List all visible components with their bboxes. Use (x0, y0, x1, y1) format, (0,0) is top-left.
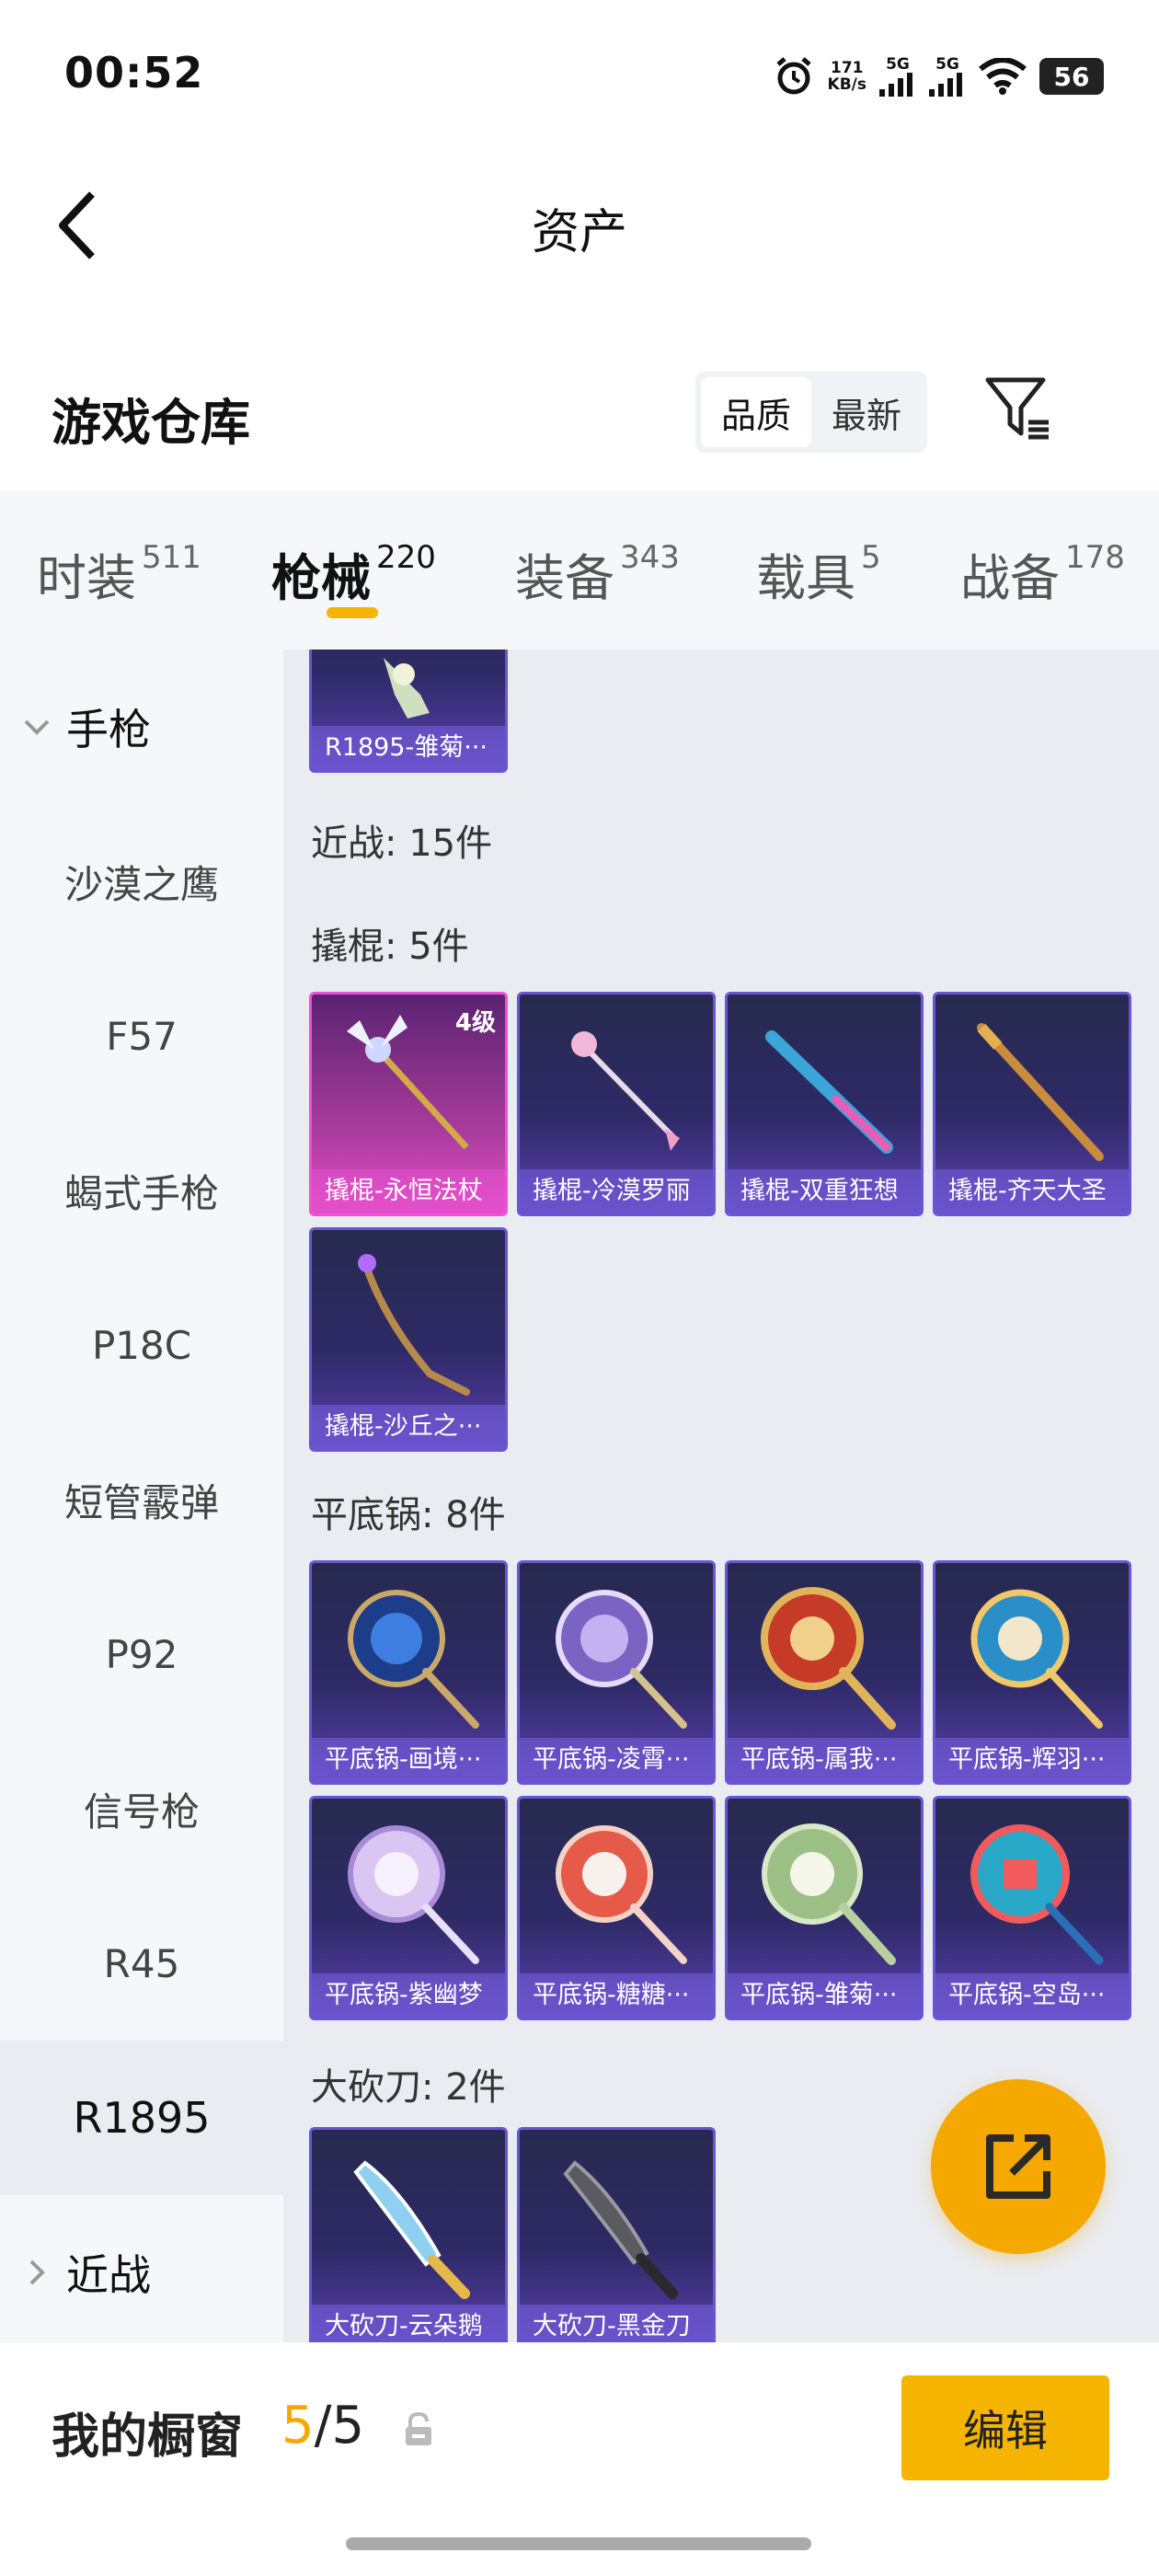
tab-fashion[interactable]: 时装 511 (37, 537, 201, 610)
sort-quality-button[interactable]: 品质 (701, 377, 811, 447)
item-card[interactable]: 平底锅-画境··· (309, 1560, 508, 1785)
golden-staff-skin-icon (977, 1023, 1104, 1161)
item-card[interactable]: R1895-雏菊··· (309, 650, 508, 773)
sidebar-item-r1895[interactable]: R1895 (0, 2041, 283, 2195)
filter-icon (985, 377, 1049, 440)
item-card[interactable]: 4级 撬棍-永恒法杖 (309, 992, 508, 1216)
item-card[interactable]: 平底锅-凌霄··· (517, 1560, 716, 1785)
pan-skin-icon (556, 1825, 687, 1964)
item-card[interactable]: 平底锅-辉羽··· (933, 1560, 1131, 1785)
sidebar-item-p92[interactable]: P92 (0, 1577, 283, 1731)
showcase-count: 5/5 (281, 2396, 365, 2455)
category-header-machete: 大砍刀: 2件 (311, 2066, 506, 2109)
sidebar-group-pistol[interactable]: 手枪 (0, 650, 283, 804)
item-card[interactable]: 平底锅-空岛··· (933, 1796, 1131, 2020)
filter-button[interactable] (982, 373, 1056, 446)
sidebar-item-flare-gun[interactable]: 信号枪 (0, 1731, 283, 1886)
category-header-melee: 近战: 15件 (311, 822, 493, 865)
item-card[interactable]: 撬棍-双重狂想 (725, 992, 924, 1216)
status-time: 00:52 (64, 48, 204, 98)
category-header-pan: 平底锅: 8件 (311, 1494, 506, 1536)
sidebar-group-melee[interactable]: 近战 (0, 2195, 283, 2342)
item-card[interactable]: 撬棍-沙丘之··· (309, 1227, 508, 1452)
item-card[interactable]: 撬棍-齐天大圣 (933, 992, 1131, 1216)
edit-button[interactable]: 编辑 (901, 2375, 1109, 2480)
pan-skin-icon (762, 1823, 896, 1965)
share-button[interactable] (931, 2079, 1106, 2254)
chevron-down-icon (24, 719, 50, 735)
item-card[interactable]: 平底锅-糖糖··· (517, 1796, 716, 2020)
pan-skin-icon (761, 1587, 896, 1730)
alarm-icon (775, 57, 811, 95)
revolver-skin-icon (384, 658, 430, 719)
sidebar-item-skorpion[interactable]: 蝎式手枪 (0, 1113, 283, 1268)
sort-toggle: 品质 最新 (695, 372, 927, 453)
pan-skin-icon (970, 1589, 1103, 1729)
wand-skin-icon (571, 1031, 680, 1151)
sim1-signal-icon: 5G (879, 56, 916, 97)
showcase-label: 我的橱窗 (52, 2409, 244, 2465)
machete-skin-icon (353, 2160, 470, 2299)
section-title: 游戏仓库 (52, 394, 250, 452)
item-card[interactable]: 平底锅-雏菊··· (725, 1796, 924, 2020)
lock-icon (406, 2412, 431, 2445)
tab-battle-gear[interactable]: 战备 178 (960, 537, 1125, 610)
page-title: 资产 (531, 205, 627, 260)
bat-skin-icon (765, 1030, 893, 1154)
tab-bar: 时装 511 枪械 220 装备 343 载具 5 战备 178 (0, 491, 1159, 650)
wifi-icon (979, 58, 1027, 95)
pan-skin-icon (556, 1590, 687, 1729)
tab-vehicles[interactable]: 载具 5 (756, 537, 881, 610)
sidebar-item-r45[interactable]: R45 (0, 1886, 283, 2041)
home-indicator[interactable] (346, 2537, 811, 2550)
machete-skin-icon (563, 2160, 678, 2299)
pan-skin-icon (348, 1590, 479, 1729)
sort-newest-button[interactable]: 最新 (811, 377, 922, 447)
sidebar-item-desert-eagle[interactable]: 沙漠之鹰 (0, 804, 283, 959)
item-card[interactable]: 撬棍-冷漠罗丽 (517, 992, 716, 1216)
chevron-right-icon (29, 2260, 45, 2285)
item-card[interactable]: 大砍刀-黑金刀 (517, 2127, 716, 2342)
battery-icon: 56 (1039, 58, 1104, 95)
network-speed: 171 KB/s (827, 59, 866, 94)
sidebar-item-p18c[interactable]: P18C (0, 1268, 283, 1422)
pan-skin-icon (348, 1825, 479, 1964)
item-card[interactable]: 平底锅-紫幽梦 (309, 1796, 508, 2020)
sidebar-item-sawed-off[interactable]: 短管霰弹 (0, 1422, 283, 1577)
sidebar-item-f57[interactable]: F57 (0, 959, 283, 1113)
category-header-crowbar: 撬棍: 5件 (311, 926, 469, 968)
item-card[interactable]: 大砍刀-云朵鹅 (309, 2127, 508, 2342)
dune-staff-skin-icon (358, 1254, 470, 1396)
sim2-signal-icon: 5G (929, 56, 966, 97)
pan-skin-icon (970, 1824, 1104, 1965)
tab-firearms[interactable]: 枪械 220 (271, 537, 436, 610)
share-export-icon (986, 2134, 1050, 2199)
tab-equipment[interactable]: 装备 343 (515, 537, 680, 610)
category-sidebar: 手枪 沙漠之鹰 F57 蝎式手枪 P18C 短管霰弹 P92 信号枪 R45 R… (0, 650, 283, 2342)
item-card[interactable]: 平底锅-属我··· (725, 1560, 924, 1785)
status-bar: 00:52 171 KB/s 5G 5G 56 (0, 0, 1159, 138)
active-tab-indicator (327, 607, 378, 618)
status-icons: 171 KB/s 5G 5G 56 (773, 51, 1104, 102)
